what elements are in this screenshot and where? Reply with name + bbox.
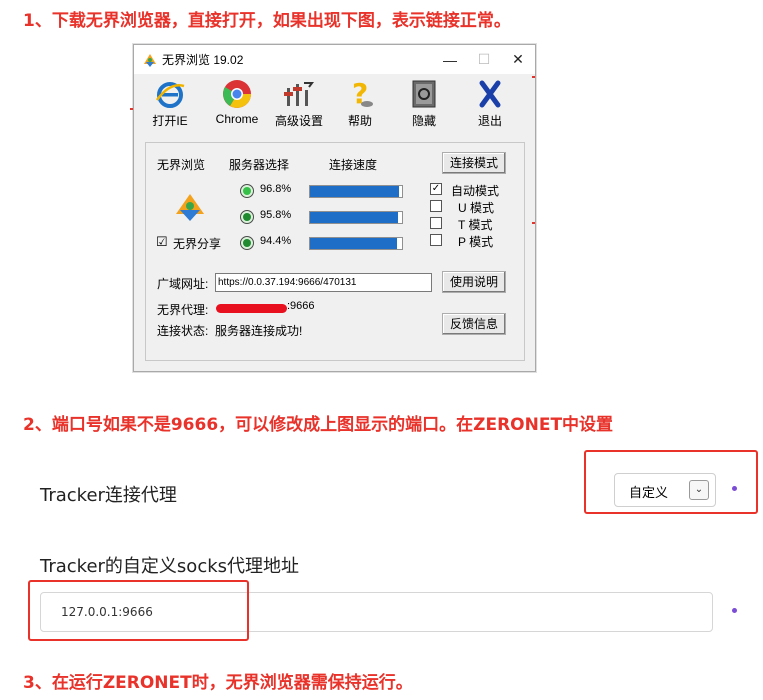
share-checkbox[interactable]: ☑ [156,234,168,250]
proxy-port: :9666 [287,300,315,312]
p-mode-label: P 模式 [458,235,494,249]
highlight-box-select [584,450,758,514]
url-field[interactable]: https://0.0.37.194:9666/470131 [215,273,432,292]
hide-safe-icon [412,80,436,108]
open-ie-button[interactable]: 打开IE [139,78,201,129]
status-value: 服务器连接成功! [215,324,303,338]
ie-icon [155,82,185,108]
redaction-mark [216,304,287,313]
t-mode-label: T 模式 [458,218,493,232]
col-browser-label: 无界浏览 [157,158,206,172]
exit-label: 退出 [477,114,502,128]
step-2-heading: 2、端口号如果不是9666，可以修改成上图显示的端口。在ZERONET中设置 [23,415,614,435]
server-1-percent: 96.8% [260,183,292,195]
chrome-button[interactable]: Chrome [206,78,268,126]
server-2-percent: 95.8% [260,209,292,221]
exit-button[interactable]: 退出 [459,78,521,129]
advanced-settings-button[interactable]: 高级设置 [268,78,330,129]
u-mode-checkbox[interactable] [430,200,442,212]
p-mode-checkbox[interactable] [430,234,442,246]
server-radio-2[interactable] [240,210,254,224]
background-fragment [532,222,535,224]
connection-mode-button[interactable]: 连接模式 [442,152,506,174]
proxy-label: 无界代理: [157,303,209,317]
toolbar: 打开IE Chrome 高级设置 ? 帮助 隐藏 退出 [134,78,535,134]
background-fragment [130,108,133,110]
help-button[interactable]: ? 帮助 [329,78,391,129]
window-title: 无界浏览 19.02 [162,53,244,67]
speed-bar-1 [309,185,403,198]
app-logo-icon [144,53,156,67]
hide-label: 隐藏 [411,114,436,128]
u-mode-label: U 模式 [458,201,495,215]
open-ie-label: 打开IE [152,114,188,128]
step-3-heading: 3、在运行ZERONET时，无界浏览器需保持运行。 [23,673,413,693]
hide-button[interactable]: 隐藏 [393,78,455,129]
status-label: 连接状态: [157,324,209,338]
advanced-settings-icon [284,82,314,106]
col-server-label: 服务器选择 [229,158,290,172]
usage-instructions-button[interactable]: 使用说明 [442,271,506,293]
server-radio-3[interactable] [240,236,254,250]
col-speed-label: 连接速度 [329,158,378,172]
url-label: 广域网址: [157,277,209,291]
auto-mode-label: 自动模式 [451,184,500,198]
maximize-button: ☐ [477,51,491,67]
help-icon: ? [352,78,373,110]
share-label: 无界分享 [173,237,222,251]
feedback-button[interactable]: 反馈信息 [442,313,506,335]
server-3-percent: 94.4% [260,235,292,247]
help-label: 帮助 [347,114,372,128]
tracker-proxy-label: Tracker连接代理 [40,485,177,506]
background-fragment [532,76,535,78]
step-1-heading: 1、下载无界浏览器，直接打开，如果出现下图，表示链接正常。 [23,11,511,31]
t-mode-checkbox[interactable] [430,217,442,229]
wujie-browser-window: 无界浏览 19.02 — ☐ ✕ 打开IE Chrome 高级设置 ? 帮助 隐… [133,44,536,372]
minimize-button[interactable]: — [433,52,467,68]
highlight-box-input [28,580,249,641]
advanced-settings-label: 高级设置 [274,114,323,128]
chrome-icon [223,80,251,108]
server-radio-1[interactable] [240,184,254,198]
auto-mode-checkbox[interactable]: ✓ [430,183,442,195]
speed-bar-3 [309,237,403,250]
setting-indicator-dot [732,608,737,613]
chrome-label: Chrome [215,112,259,126]
wujie-logo-icon [176,194,204,221]
exit-x-icon [479,80,501,108]
tracker-socks-label: Tracker的自定义socks代理地址 [40,556,300,577]
speed-bar-2 [309,211,403,224]
connection-panel: 无界浏览 服务器选择 连接速度 连接模式 96.8% 95.8% 94.4% ✓… [145,142,525,361]
window-titlebar: 无界浏览 19.02 — ☐ ✕ [134,45,535,74]
close-button[interactable]: ✕ [501,51,535,68]
